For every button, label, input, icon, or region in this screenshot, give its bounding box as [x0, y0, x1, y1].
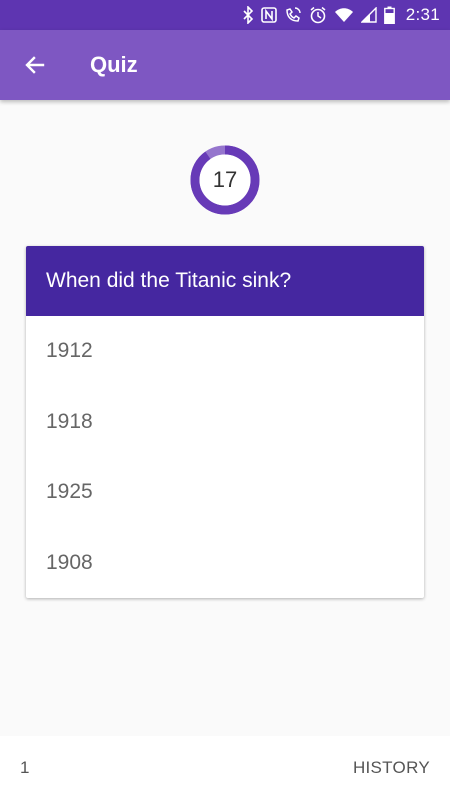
wifi-calling-icon: [284, 6, 302, 24]
bottom-bar: 1 HISTORY: [0, 736, 450, 800]
countdown-timer: 17: [189, 144, 261, 216]
answer-option[interactable]: 1925: [26, 457, 424, 528]
wifi-icon: [334, 7, 354, 23]
answer-option[interactable]: 1912: [26, 316, 424, 387]
signal-icon: [360, 7, 377, 23]
score-count: 1: [20, 758, 30, 777]
clock: 2:31: [405, 5, 440, 24]
page-title: Quiz: [90, 52, 138, 77]
question-text: When did the Titanic sink?: [26, 246, 424, 316]
back-button[interactable]: [0, 30, 70, 100]
arrow-back-icon: [25, 56, 45, 74]
nfc-icon: [260, 7, 277, 23]
bluetooth-icon: [242, 6, 254, 24]
status-bar: 2:31: [0, 0, 450, 30]
history-button[interactable]: HISTORY: [353, 758, 430, 778]
timer-value: 17: [212, 167, 238, 192]
battery-icon: [383, 6, 395, 24]
question-card: When did the Titanic sink? 1912 1918 192…: [26, 246, 424, 598]
answer-option[interactable]: 1908: [26, 528, 424, 599]
alarm-icon: [309, 6, 327, 24]
app-bar: Quiz: [0, 30, 450, 100]
answer-option[interactable]: 1918: [26, 387, 424, 458]
